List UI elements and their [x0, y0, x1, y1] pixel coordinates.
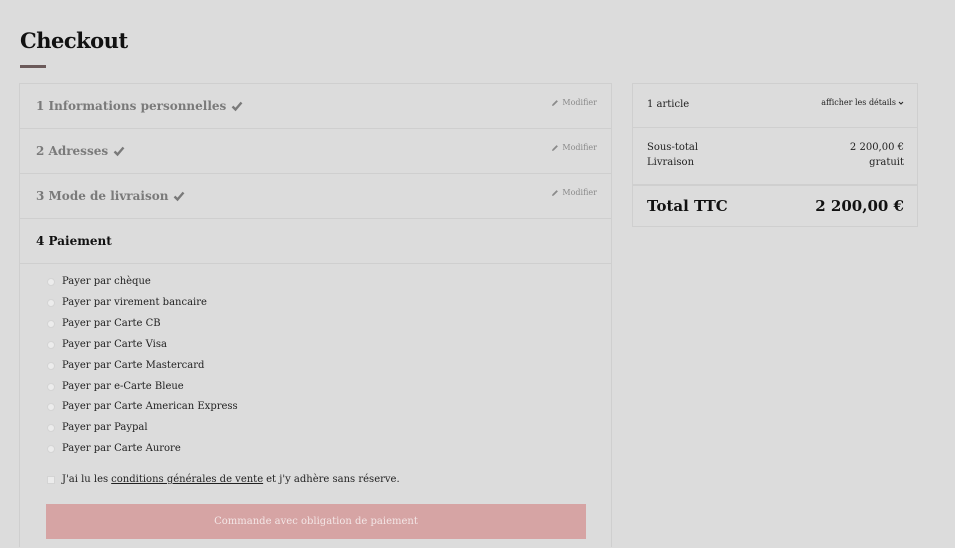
subtotal-value: 2 200,00 € — [849, 142, 904, 153]
terms-suffix: et j'y adhère sans réserve. — [266, 474, 400, 485]
terms-link[interactable]: conditions générales de vente — [111, 474, 263, 485]
page-title: Checkout — [20, 28, 128, 53]
edit-delivery-mode-link[interactable]: Modifier — [551, 188, 597, 197]
subtotal-label: Sous-total — [647, 142, 699, 153]
payment-option-label: Payer par Carte Aurore — [62, 443, 181, 454]
payment-option-mastercard[interactable]: Payer par Carte Mastercard — [47, 360, 204, 371]
radio-button[interactable] — [47, 423, 55, 432]
check-icon — [174, 191, 185, 202]
payment-options: Payer par chèque Payer par virement banc… — [20, 264, 611, 547]
terms-prefix: J'ai lu les — [62, 474, 109, 485]
payment-option-cb[interactable]: Payer par Carte CB — [47, 318, 161, 329]
step-label: 2 Adresses — [36, 144, 109, 158]
radio-button[interactable] — [47, 319, 55, 328]
title-underline — [20, 65, 46, 68]
check-icon — [113, 146, 125, 157]
edit-label: Modifier — [562, 188, 597, 197]
radio-button[interactable] — [47, 361, 55, 370]
step-addresses: 2 Adresses Modifier — [20, 129, 611, 174]
step-label: 3 Mode de livraison — [36, 189, 169, 203]
edit-label: Modifier — [562, 143, 597, 152]
payment-option-label: Payer par Carte Mastercard — [62, 360, 205, 371]
payment-option-visa[interactable]: Payer par Carte Visa — [47, 339, 167, 350]
payment-option-label: Payer par Carte American Express — [62, 401, 238, 412]
step-delivery-mode: 3 Mode de livraison Modifier — [20, 174, 611, 219]
edit-personal-info-link[interactable]: Modifier — [551, 98, 597, 107]
summary-lines: Sous-total 2 200,00 € Livraison gratuit — [633, 128, 917, 186]
radio-button[interactable] — [47, 277, 55, 286]
step-payment: 4 Paiement — [20, 219, 611, 264]
payment-option-label: Payer par chèque — [62, 276, 151, 287]
chevron-down-icon — [898, 101, 904, 105]
radio-button[interactable] — [47, 340, 55, 349]
step-label: 4 Paiement — [36, 234, 112, 248]
article-count: 1 article — [647, 99, 690, 110]
step-title: 1 Informations personnelles — [36, 99, 243, 113]
pencil-icon — [552, 99, 559, 106]
pencil-icon — [552, 144, 559, 151]
radio-button[interactable] — [47, 382, 55, 391]
shipping-row: Livraison gratuit — [647, 157, 904, 168]
shipping-value: gratuit — [869, 157, 904, 168]
checkout-steps: 1 Informations personnelles Modifier 2 A… — [19, 83, 612, 547]
radio-button[interactable] — [47, 444, 55, 453]
payment-option-ecarte-bleue[interactable]: Payer par e-Carte Bleue — [47, 381, 184, 392]
payment-option-paypal[interactable]: Payer par Paypal — [47, 422, 148, 433]
radio-button[interactable] — [47, 298, 55, 307]
payment-option-label: Payer par Paypal — [62, 422, 148, 433]
step-personal-info: 1 Informations personnelles Modifier — [20, 84, 611, 129]
place-order-button[interactable]: Commande avec obligation de paiement — [46, 504, 586, 539]
total-row: Total TTC 2 200,00 € — [647, 197, 904, 215]
step-label: 1 Informations personnelles — [36, 99, 227, 113]
cart-summary: 1 article afficher les détails Sous-tota… — [632, 83, 918, 227]
summary-header: 1 article afficher les détails — [633, 84, 917, 128]
step-title: 3 Mode de livraison — [36, 189, 185, 203]
payment-option-aurore[interactable]: Payer par Carte Aurore — [47, 443, 181, 454]
show-details-link[interactable]: afficher les détails — [821, 98, 904, 107]
checkout-page: Checkout 1 Informations personnelles Mod… — [0, 0, 955, 548]
payment-option-label: Payer par Carte CB — [62, 318, 161, 329]
terms-agreement: J'ai lu les conditions générales de vent… — [47, 474, 400, 485]
payment-option-amex[interactable]: Payer par Carte American Express — [47, 401, 238, 412]
radio-button[interactable] — [47, 402, 55, 411]
payment-option-label: Payer par e-Carte Bleue — [62, 381, 184, 392]
check-icon — [231, 101, 243, 112]
show-details-label: afficher les détails — [821, 98, 896, 107]
shipping-label: Livraison — [647, 157, 695, 168]
step-title: 4 Paiement — [36, 234, 112, 248]
payment-option-label: Payer par virement bancaire — [62, 297, 207, 308]
subtotal-row: Sous-total 2 200,00 € — [647, 142, 904, 153]
edit-label: Modifier — [562, 98, 597, 107]
payment-option-label: Payer par Carte Visa — [62, 339, 167, 350]
payment-option-bank-transfer[interactable]: Payer par virement bancaire — [47, 297, 207, 308]
total-label: Total TTC — [647, 197, 728, 215]
pencil-icon — [552, 189, 559, 196]
edit-addresses-link[interactable]: Modifier — [551, 143, 597, 152]
payment-option-cheque[interactable]: Payer par chèque — [47, 276, 151, 287]
total-value: 2 200,00 € — [815, 197, 904, 215]
step-title: 2 Adresses — [36, 144, 125, 158]
terms-checkbox[interactable] — [47, 475, 55, 484]
